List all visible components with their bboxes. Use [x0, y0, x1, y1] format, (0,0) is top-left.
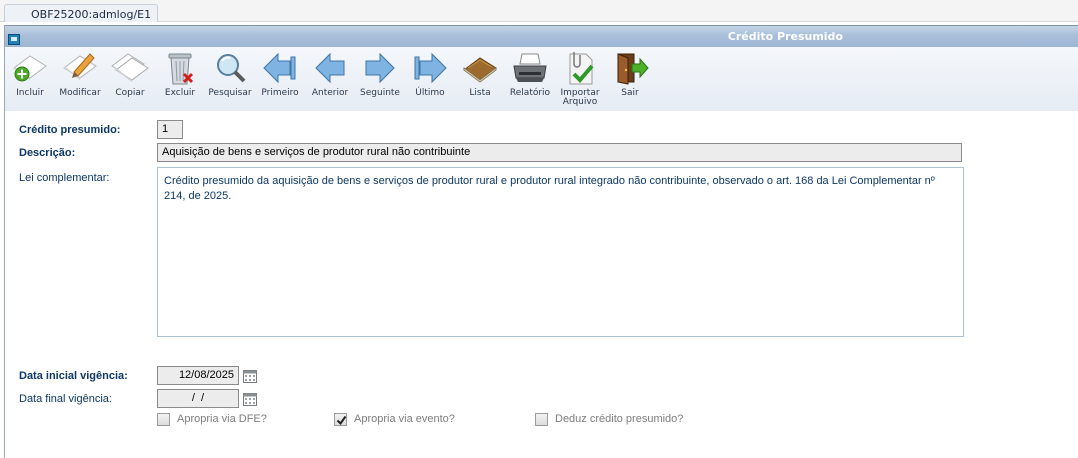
relatorio-button[interactable]: Relatório	[505, 50, 555, 110]
primeiro-label: Primeiro	[261, 88, 299, 98]
copiar-label: Copiar	[115, 88, 145, 98]
lista-button[interactable]: Lista	[455, 50, 505, 110]
incluir-label: Incluir	[16, 88, 44, 98]
sair-label: Sair	[621, 88, 639, 98]
descricao-field[interactable]: Aquisição de bens e serviços de produtor…	[157, 143, 962, 162]
window-titlebar: Crédito Presumido	[5, 25, 1078, 47]
seguinte-label: Seguinte	[360, 88, 400, 98]
pesquisar-label: Pesquisar	[208, 88, 252, 98]
arrow-right-icon	[365, 52, 395, 84]
arrow-last-icon	[414, 52, 447, 84]
anterior-button[interactable]: Anterior	[305, 50, 355, 110]
toolbar: Incluir Modificar Copiar Excluir Pesquis…	[5, 47, 1078, 111]
deduz-credito-label: Deduz crédito presumido?	[555, 413, 684, 425]
apropria-dfe-label: Apropria via DFE?	[177, 413, 267, 425]
copiar-button[interactable]: Copiar	[105, 50, 155, 110]
excluir-button[interactable]: Excluir	[155, 50, 205, 110]
ultimo-button[interactable]: Último	[405, 50, 455, 110]
excluir-label: Excluir	[164, 88, 196, 98]
deduz-credito-checkbox[interactable]	[535, 413, 548, 426]
calendar-icon[interactable]	[243, 369, 257, 383]
copy-document-icon	[111, 53, 149, 82]
calendar-icon[interactable]	[243, 392, 257, 406]
lei-complementar-label: Lei complementar:	[19, 172, 110, 184]
credito-presumido-field[interactable]: 1	[157, 120, 183, 139]
pesquisar-button[interactable]: Pesquisar	[205, 50, 255, 110]
add-document-icon	[13, 55, 47, 82]
primeiro-button[interactable]: Primeiro	[255, 50, 305, 110]
lista-label: Lista	[469, 88, 491, 98]
printer-icon	[513, 53, 547, 82]
data-final-field[interactable]: / /	[157, 389, 239, 408]
magnifier-icon	[217, 54, 246, 83]
modificar-button[interactable]: Modificar	[55, 50, 105, 110]
data-inicial-label: Data inicial vigência:	[19, 370, 128, 382]
main-window: Crédito Presumido Incluir Modificar Copi…	[4, 25, 1078, 458]
incluir-button[interactable]: Incluir	[5, 50, 55, 110]
anterior-label: Anterior	[311, 88, 349, 98]
trash-delete-icon	[168, 53, 194, 85]
document-tab[interactable]: OBF25200:admlog/E1	[4, 4, 158, 22]
arrow-left-icon	[315, 52, 345, 84]
lei-complementar-textarea[interactable]: Crédito presumido da aquisição de bens e…	[157, 167, 964, 337]
arrow-first-icon	[263, 52, 296, 84]
importar-arquivo-button[interactable]: Importar Arquivo	[555, 50, 605, 110]
exit-door-icon	[617, 53, 649, 85]
relatorio-label: Relatório	[509, 88, 551, 98]
data-inicial-field[interactable]: 12/08/2025	[157, 366, 239, 385]
sair-button[interactable]: Sair	[605, 50, 655, 110]
apropria-evento-label: Apropria via evento?	[354, 413, 455, 425]
credito-presumido-label: Crédito presumido:	[19, 124, 121, 136]
data-final-label: Data final vigência:	[19, 393, 112, 405]
import-file-icon	[569, 52, 594, 85]
checkmark-icon	[336, 415, 347, 426]
window-title: Crédito Presumido	[727, 30, 843, 43]
apropria-evento-checkbox[interactable]	[334, 413, 347, 426]
importar-arquivo-label: Importar Arquivo	[560, 88, 600, 107]
book-list-icon	[463, 57, 497, 83]
ultimo-label: Último	[415, 88, 445, 98]
seguinte-button[interactable]: Seguinte	[355, 50, 405, 110]
edit-document-icon	[63, 53, 97, 80]
modificar-label: Modificar	[59, 88, 101, 98]
apropria-dfe-checkbox[interactable]	[157, 413, 170, 426]
descricao-label: Descrição:	[19, 147, 76, 159]
document-tab-strip: OBF25200:admlog/E1	[0, 0, 1078, 22]
